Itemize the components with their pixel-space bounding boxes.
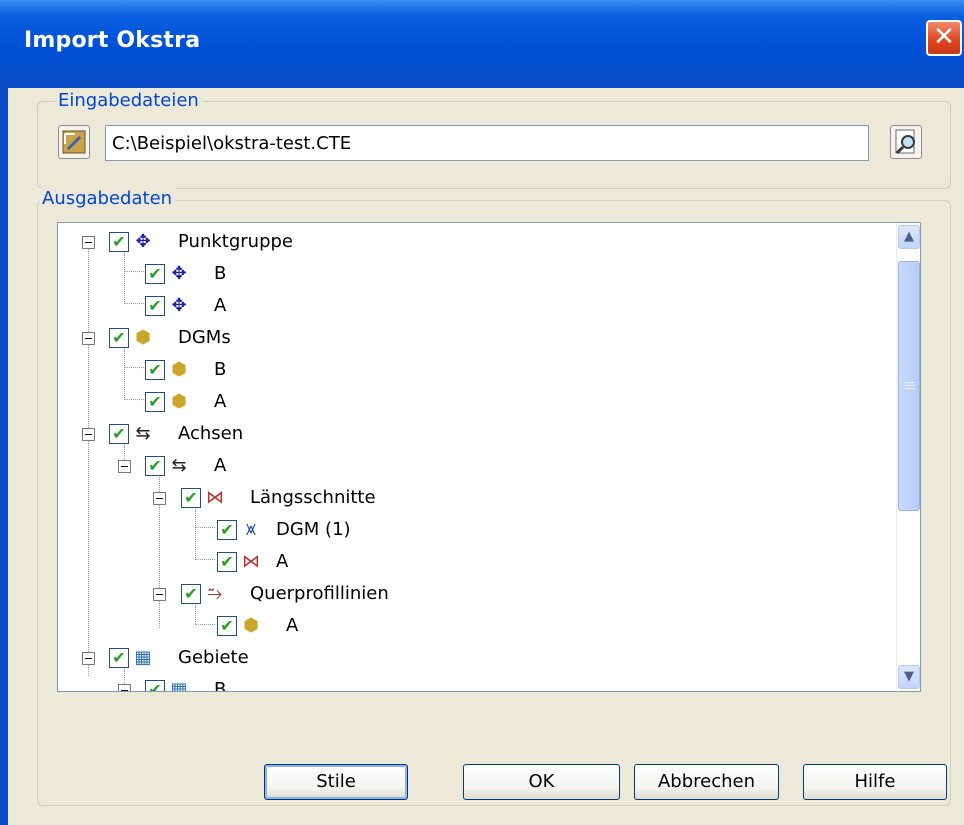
- help-button[interactable]: Hilfe: [803, 764, 947, 800]
- node-checkbox[interactable]: ✔: [217, 520, 237, 540]
- cross-section-surface-icon: ⬢: [243, 615, 259, 636]
- tree-node-punktgruppe-a[interactable]: ✔ ✥ A: [58, 290, 888, 322]
- collapse-toggle[interactable]: [118, 684, 131, 691]
- node-checkbox[interactable]: ✔: [217, 552, 237, 572]
- node-checkbox[interactable]: ✔: [181, 488, 201, 508]
- node-label: A: [214, 455, 227, 476]
- node-label: B: [214, 263, 227, 284]
- node-checkbox[interactable]: ✔: [181, 584, 201, 604]
- node-label: DGM (1): [276, 519, 351, 540]
- node-checkbox[interactable]: ✔: [145, 392, 165, 412]
- point-group-icon: ✥: [135, 231, 151, 252]
- node-checkbox[interactable]: ✔: [145, 456, 165, 476]
- ok-button[interactable]: OK: [463, 764, 620, 800]
- node-checkbox[interactable]: ✔: [145, 680, 165, 691]
- dgm-surface-icon: ⬢: [135, 327, 151, 348]
- point-group-icon: ✥: [171, 295, 187, 316]
- alignment-icon: ⇆: [171, 455, 187, 476]
- scroll-thumb[interactable]: [898, 261, 920, 511]
- node-checkbox[interactable]: ✔: [145, 360, 165, 380]
- tree-node-dgms-a[interactable]: ✔ ⬢ A: [58, 386, 888, 418]
- tree-node-gebiete-b[interactable]: ✔ ▦ B: [58, 674, 888, 691]
- collapse-toggle[interactable]: [118, 460, 131, 473]
- tree-node-dgm-1[interactable]: ✔ ⩙ DGM (1): [58, 514, 888, 546]
- browse-button[interactable]: [890, 125, 922, 159]
- output-tree-view[interactable]: ✔ ✥ Punktgruppe ✔ ✥ B ✔ ✥ A ✔ ⬢ DGMs ✔ ⬢…: [57, 222, 921, 692]
- node-label: A: [214, 391, 227, 412]
- node-label: Querprofillinien: [250, 583, 389, 604]
- profile-line-icon: ⩙: [245, 519, 257, 540]
- tree-node-dgms[interactable]: ✔ ⬢ DGMs: [58, 322, 888, 354]
- collapse-toggle[interactable]: [82, 428, 95, 441]
- tree-node-achsen-a[interactable]: ✔ ⇆ A: [58, 450, 888, 482]
- node-checkbox[interactable]: ✔: [217, 616, 237, 636]
- tree-node-querprofillinien-a[interactable]: ✔ ⬢ A: [58, 610, 888, 642]
- tree-node-laengsschnitte-a[interactable]: ✔ ⋈ A: [58, 546, 888, 578]
- cancel-button[interactable]: Abbrechen: [634, 764, 779, 800]
- profile-icon: ⋈: [206, 487, 224, 508]
- scroll-grip: [905, 385, 915, 386]
- cross-section-icon: ⥲: [207, 583, 223, 604]
- collapse-toggle[interactable]: [82, 332, 95, 345]
- input-file-path-field[interactable]: [105, 125, 869, 161]
- node-checkbox[interactable]: ✔: [109, 232, 129, 252]
- window-title: Import Okstra: [24, 28, 201, 53]
- node-label: A: [286, 615, 299, 636]
- node-checkbox[interactable]: ✔: [109, 424, 129, 444]
- site-map-icon: ▦: [170, 679, 188, 691]
- alignment-icon: ⇆: [135, 423, 151, 444]
- node-label: Punktgruppe: [178, 231, 293, 252]
- node-label: DGMs: [178, 327, 231, 348]
- pick-cursor-icon: [62, 130, 86, 154]
- tree-rows: ✔ ✥ Punktgruppe ✔ ✥ B ✔ ✥ A ✔ ⬢ DGMs ✔ ⬢…: [58, 223, 898, 691]
- point-group-icon: ✥: [171, 263, 187, 284]
- scroll-grip: [905, 388, 915, 389]
- tree-vertical-scrollbar[interactable]: ▲ ▼: [896, 223, 920, 691]
- tree-node-punktgruppe-b[interactable]: ✔ ✥ B: [58, 258, 888, 290]
- node-label: A: [276, 551, 289, 572]
- collapse-toggle[interactable]: [153, 492, 166, 505]
- node-checkbox[interactable]: ✔: [145, 296, 165, 316]
- collapse-toggle[interactable]: [153, 588, 166, 601]
- pick-from-drawing-button[interactable]: [58, 125, 90, 159]
- node-label: A: [214, 295, 227, 316]
- tree-node-punktgruppe[interactable]: ✔ ✥ Punktgruppe: [58, 226, 888, 258]
- node-label: Gebiete: [178, 647, 249, 668]
- node-label: B: [214, 679, 227, 691]
- dgm-surface-icon: ⬢: [171, 391, 187, 412]
- node-label: Längsschnitte: [250, 487, 376, 508]
- node-label: B: [214, 359, 227, 380]
- close-button[interactable]: ✕: [926, 20, 962, 56]
- tree-node-querprofillinien[interactable]: ✔ ⥲ Querprofillinien: [58, 578, 888, 610]
- dgm-surface-icon: ⬢: [171, 359, 187, 380]
- scroll-grip: [905, 382, 915, 383]
- window-frame: [0, 88, 8, 825]
- tree-node-achsen[interactable]: ✔ ⇆ Achsen: [58, 418, 888, 450]
- output-data-legend: Ausgabedaten: [39, 188, 176, 209]
- profile-icon: ⋈: [242, 551, 260, 572]
- styles-button[interactable]: Stile: [264, 764, 408, 800]
- collapse-toggle[interactable]: [82, 652, 95, 665]
- node-checkbox[interactable]: ✔: [109, 328, 129, 348]
- node-checkbox[interactable]: ✔: [145, 264, 165, 284]
- title-bar: Import Okstra ✕: [0, 0, 964, 88]
- tree-node-laengsschnitte[interactable]: ✔ ⋈ Längsschnitte: [58, 482, 888, 514]
- scroll-down-button[interactable]: ▼: [898, 665, 920, 689]
- node-label: Achsen: [178, 423, 244, 444]
- tree-node-gebiete[interactable]: ✔ ▦ Gebiete: [58, 642, 888, 674]
- node-checkbox[interactable]: ✔: [109, 648, 129, 668]
- input-files-legend: Eingabedateien: [55, 90, 202, 111]
- browse-magnifier-icon: [895, 129, 915, 155]
- collapse-toggle[interactable]: [82, 236, 95, 249]
- scroll-up-button[interactable]: ▲: [898, 225, 920, 249]
- site-map-icon: ▦: [134, 647, 152, 668]
- tree-node-dgms-b[interactable]: ✔ ⬢ B: [58, 354, 888, 386]
